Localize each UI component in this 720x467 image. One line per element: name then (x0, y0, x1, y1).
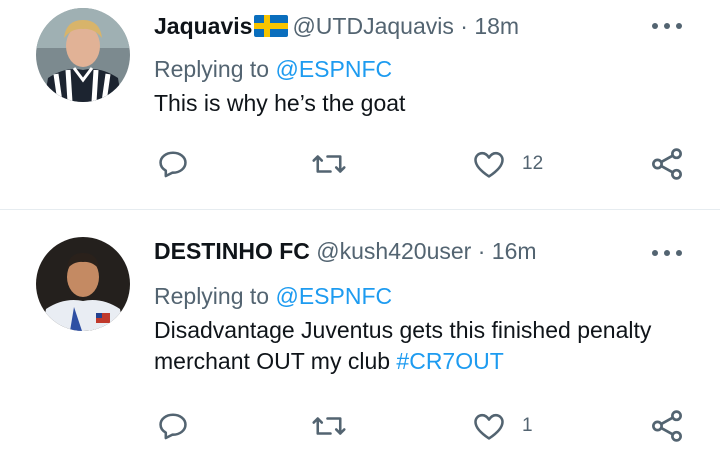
share-icon (652, 148, 682, 180)
retweet-icon (312, 417, 346, 435)
more-icon[interactable] (652, 248, 682, 258)
separator: · (460, 13, 468, 39)
replying-prefix: Replying to (154, 283, 270, 309)
replying-to: Replying to @ESPNFC (154, 282, 392, 310)
tweet-actions: 1 (0, 406, 720, 446)
user-handle[interactable]: @kush420user (316, 238, 471, 264)
reply-icon (159, 151, 187, 178)
tweet[interactable]: Jaquavis @UTDJaquavis · 18m Replying to @… (0, 0, 720, 209)
like-count: 12 (522, 153, 544, 174)
tweet-text: Disadvantage Juventus gets this finished… (154, 315, 674, 377)
hashtag-link[interactable]: #CR7OUT (396, 348, 503, 374)
retweet-button[interactable] (310, 144, 348, 184)
tweet-actions: 12 (0, 144, 720, 184)
timestamp[interactable]: 18m (474, 13, 519, 39)
replying-prefix: Replying to (154, 56, 270, 82)
tweet-header: Jaquavis @UTDJaquavis · 18m (154, 12, 519, 43)
more-icon[interactable] (652, 21, 682, 31)
avatar[interactable] (36, 237, 130, 331)
like-button[interactable]: 1 (470, 406, 533, 446)
avatar[interactable] (36, 8, 130, 102)
user-handle[interactable]: @UTDJaquavis (292, 13, 453, 39)
reply-icon (159, 413, 187, 440)
share-icon (652, 410, 682, 442)
mention-link[interactable]: @ESPNFC (275, 56, 392, 82)
display-name[interactable]: DESTINHO FC (154, 238, 310, 264)
retweet-icon (312, 155, 346, 173)
tweet[interactable]: DESTINHO FC @kush420user · 16m Replying … (0, 210, 720, 467)
sweden-flag-icon (254, 15, 289, 43)
like-count: 1 (522, 415, 533, 436)
like-icon (474, 151, 504, 178)
timestamp[interactable]: 16m (492, 238, 537, 264)
share-button[interactable] (648, 406, 686, 446)
tweet-body: This is why he’s the goat (154, 90, 406, 116)
tweet-header: DESTINHO FC @kush420user · 16m (154, 237, 537, 265)
replying-to: Replying to @ESPNFC (154, 55, 392, 83)
tweet-text: This is why he’s the goat (154, 88, 674, 119)
reply-button[interactable] (155, 144, 191, 184)
display-name[interactable]: Jaquavis (154, 13, 252, 39)
like-icon (474, 413, 504, 440)
mention-link[interactable]: @ESPNFC (275, 283, 392, 309)
like-button[interactable]: 12 (470, 144, 543, 184)
retweet-button[interactable] (310, 406, 348, 446)
separator: · (477, 238, 486, 264)
reply-button[interactable] (155, 406, 191, 446)
share-button[interactable] (648, 144, 686, 184)
